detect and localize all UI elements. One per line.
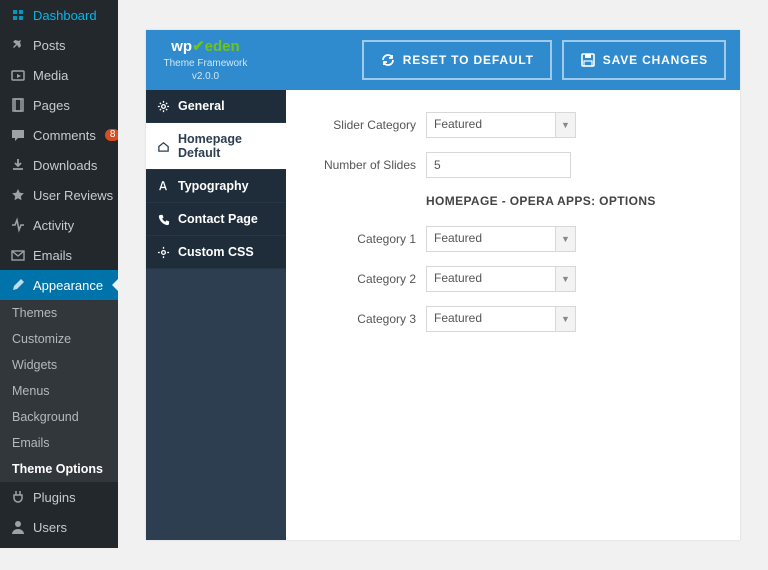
- media-icon: [10, 67, 26, 83]
- sidebar-item-label: Comments: [33, 128, 96, 143]
- sidebar-item-comments[interactable]: Comments 8: [0, 120, 118, 150]
- sidebar-item-label: Emails: [33, 248, 72, 263]
- sidebar-item-emails[interactable]: Emails: [0, 240, 118, 270]
- user-icon: [10, 519, 26, 535]
- panel-header: wp✔eden Theme Framework v2.0.0 RESET TO …: [146, 30, 740, 90]
- tab-custom-css[interactable]: Custom CSS: [146, 236, 286, 269]
- sidebar-item-label: Plugins: [33, 490, 76, 505]
- brush-icon: [10, 277, 26, 293]
- sidebar-item-pages[interactable]: Pages: [0, 90, 118, 120]
- category1-select[interactable]: Featured ▼: [426, 226, 576, 252]
- sidebar-item-label: Posts: [33, 38, 66, 53]
- sidebar-item-label: User Reviews: [33, 188, 113, 203]
- tab-label: Custom CSS: [178, 245, 254, 259]
- tab-label: Contact Page: [178, 212, 258, 226]
- tab-label: Typography: [178, 179, 249, 193]
- save-icon: [580, 52, 596, 68]
- tab-label: General: [178, 99, 225, 113]
- sidebar-item-label: Media: [33, 68, 68, 83]
- sidebar-item-dashboard[interactable]: Dashboard: [0, 0, 118, 30]
- page-icon: [10, 97, 26, 113]
- plug-icon: [10, 489, 26, 505]
- badge: 8: [105, 129, 118, 141]
- main-area: wp✔eden Theme Framework v2.0.0 RESET TO …: [118, 0, 768, 570]
- theme-options-panel: wp✔eden Theme Framework v2.0.0 RESET TO …: [146, 30, 740, 540]
- chevron-down-icon: ▼: [556, 112, 576, 138]
- home-icon: [157, 140, 170, 153]
- sidebar-item-user-reviews[interactable]: User Reviews: [0, 180, 118, 210]
- sidebar-item-posts[interactable]: Posts: [0, 30, 118, 60]
- dashboard-icon: [10, 7, 26, 23]
- pin-icon: [10, 37, 26, 53]
- mail-icon: [10, 247, 26, 263]
- submenu-item-themes[interactable]: Themes: [0, 300, 118, 326]
- submenu-item-theme-options[interactable]: Theme Options: [0, 456, 118, 482]
- sidebar-item-label: Pages: [33, 98, 70, 113]
- save-changes-button[interactable]: SAVE CHANGES: [562, 40, 726, 80]
- slider-category-label: Slider Category: [316, 118, 416, 132]
- sidebar-item-label: Dashboard: [33, 8, 97, 23]
- sidebar-item-activity[interactable]: Activity: [0, 210, 118, 240]
- wp-admin-sidebar: Dashboard Posts Media Pages Comments 8 Downloa…: [0, 0, 118, 548]
- download-icon: [10, 157, 26, 173]
- chevron-down-icon: ▼: [556, 226, 576, 252]
- chevron-down-icon: ▼: [556, 266, 576, 292]
- sidebar-item-media[interactable]: Media: [0, 60, 118, 90]
- tab-label: Homepage Default: [178, 132, 275, 160]
- options-tabs: General Homepage Default Typography Contact…: [146, 90, 286, 540]
- sidebar-item-label: Activity: [33, 218, 74, 233]
- tab-contact-page[interactable]: Contact Page: [146, 203, 286, 236]
- sidebar-item-users[interactable]: Users: [0, 512, 118, 542]
- category2-label: Category 2: [316, 272, 416, 286]
- number-of-slides-input[interactable]: [426, 152, 571, 178]
- section-title: HOMEPAGE - OPERA APPS: OPTIONS: [426, 194, 710, 208]
- submenu-item-background[interactable]: Background: [0, 404, 118, 430]
- sidebar-item-appearance[interactable]: Appearance: [0, 270, 118, 300]
- tab-homepage-default[interactable]: Homepage Default: [146, 123, 286, 170]
- phone-icon: [157, 213, 170, 226]
- tab-general[interactable]: General: [146, 90, 286, 123]
- number-of-slides-label: Number of Slides: [316, 158, 416, 172]
- gear-icon: [157, 100, 170, 113]
- comment-icon: [10, 127, 26, 143]
- brand-logo: wp✔eden Theme Framework v2.0.0: [160, 37, 251, 83]
- sidebar-item-label: Users: [33, 520, 67, 535]
- sidebar-item-plugins[interactable]: Plugins: [0, 482, 118, 512]
- category3-label: Category 3: [316, 312, 416, 326]
- chevron-down-icon: ▼: [556, 306, 576, 332]
- options-content: Slider Category Featured ▼ Number of Sli…: [286, 90, 740, 540]
- submenu-item-emails[interactable]: Emails: [0, 430, 118, 456]
- css-icon: [157, 246, 170, 259]
- font-icon: [157, 180, 170, 193]
- category1-label: Category 1: [316, 232, 416, 246]
- submenu-item-widgets[interactable]: Widgets: [0, 352, 118, 378]
- category3-select[interactable]: Featured ▼: [426, 306, 576, 332]
- category2-select[interactable]: Featured ▼: [426, 266, 576, 292]
- star-icon: [10, 187, 26, 203]
- activity-icon: [10, 217, 26, 233]
- brand-subtitle: Theme Framework v2.0.0: [163, 58, 247, 82]
- slider-category-select[interactable]: Featured ▼: [426, 112, 576, 138]
- sidebar-item-label: Appearance: [33, 278, 103, 293]
- submenu-item-menus[interactable]: Menus: [0, 378, 118, 404]
- sidebar-item-downloads[interactable]: Downloads: [0, 150, 118, 180]
- submenu-item-customize[interactable]: Customize: [0, 326, 118, 352]
- tab-typography[interactable]: Typography: [146, 170, 286, 203]
- refresh-icon: [380, 52, 396, 68]
- reset-to-default-button[interactable]: RESET TO DEFAULT: [362, 40, 552, 80]
- sidebar-item-label: Downloads: [33, 158, 97, 173]
- sidebar-item-tools[interactable]: Tools: [0, 542, 118, 548]
